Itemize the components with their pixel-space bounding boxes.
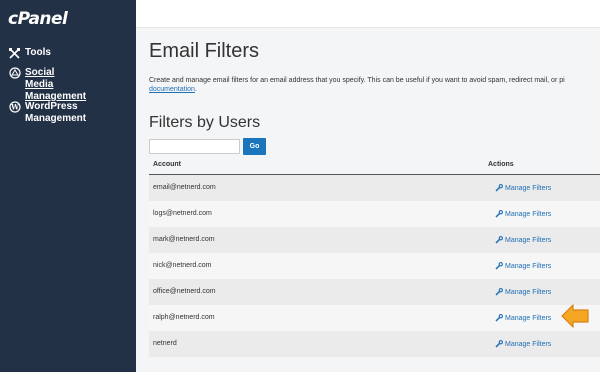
account-cell: ralph@netnerd.com xyxy=(153,314,215,321)
table-header: Account Actions xyxy=(149,157,600,176)
account-cell: logs@netnerd.com xyxy=(153,210,212,217)
sidebar: cPanel Tools Social Media Management W W… xyxy=(0,0,136,372)
account-cell: mark@netnerd.com xyxy=(153,236,215,243)
manage-filters-link[interactable]: Manage Filters xyxy=(495,210,551,218)
manage-filters-label: Manage Filters xyxy=(505,288,552,296)
wrench-icon xyxy=(495,184,503,192)
account-cell: office@netnerd.com xyxy=(153,288,216,295)
section-title: Filters by Users xyxy=(149,114,261,131)
column-header-actions: Actions xyxy=(488,161,514,168)
wrench-icon xyxy=(495,236,503,244)
manage-filters-label: Manage Filters xyxy=(505,262,552,270)
manage-filters-label: Manage Filters xyxy=(505,236,552,244)
sidebar-item-wordpress[interactable]: W WordPress Management xyxy=(8,101,87,125)
wrench-icon xyxy=(495,314,503,322)
manage-filters-label: Manage Filters xyxy=(505,210,552,218)
table-row: mark@netnerd.com Manage Filters xyxy=(149,227,600,253)
search-input[interactable] xyxy=(149,139,240,154)
wrench-icon xyxy=(495,340,503,348)
sidebar-item-label: WordPress Management xyxy=(25,101,87,124)
sidebar-item-social-media[interactable]: Social Media Management xyxy=(8,67,87,103)
documentation-link[interactable]: documentation xyxy=(149,86,195,93)
description-suffix: . xyxy=(194,86,197,93)
cpanel-logo[interactable]: cPanel xyxy=(8,9,68,29)
social-media-icon xyxy=(8,67,21,79)
table-row: netnerd Manage Filters xyxy=(149,331,600,357)
manage-filters-link[interactable]: Manage Filters xyxy=(495,340,551,348)
table-row: nick@netnerd.com Manage Filters xyxy=(149,253,600,279)
wrench-icon xyxy=(495,210,503,218)
wrench-icon xyxy=(495,262,503,270)
wordpress-icon: W xyxy=(8,101,21,113)
table-row: ralph@netnerd.com Manage Filters xyxy=(149,305,600,331)
manage-filters-link[interactable]: Manage Filters xyxy=(495,314,551,322)
highlight-arrow-icon xyxy=(561,304,589,328)
account-cell: email@netnerd.com xyxy=(153,184,216,191)
go-button[interactable]: Go xyxy=(243,138,266,155)
svg-text:W: W xyxy=(10,103,19,112)
account-cell: nick@netnerd.com xyxy=(153,262,212,269)
description-text: Create and manage email filters for an e… xyxy=(149,77,565,84)
manage-filters-link[interactable]: Manage Filters xyxy=(495,288,551,296)
table-row: logs@netnerd.com Manage Filters xyxy=(149,201,600,227)
sidebar-item-label: Tools xyxy=(25,47,51,58)
sidebar-item-tools[interactable]: Tools xyxy=(8,47,51,59)
sidebar-item-label: Social Media Management xyxy=(25,67,87,102)
page-description: Create and manage email filters for an e… xyxy=(149,76,600,94)
manage-filters-link[interactable]: Manage Filters xyxy=(495,184,551,192)
manage-filters-link[interactable]: Manage Filters xyxy=(495,262,551,270)
manage-filters-label: Manage Filters xyxy=(505,184,552,192)
wrench-icon xyxy=(495,288,503,296)
account-cell: netnerd xyxy=(153,340,177,347)
manage-filters-link[interactable]: Manage Filters xyxy=(495,236,551,244)
tools-icon xyxy=(8,47,21,59)
manage-filters-label: Manage Filters xyxy=(505,314,552,322)
page-title: Email Filters xyxy=(149,40,260,62)
manage-filters-label: Manage Filters xyxy=(505,340,552,348)
table-row: office@netnerd.com Manage Filters xyxy=(149,279,600,305)
top-bar xyxy=(136,0,600,28)
table-row: email@netnerd.com Manage Filters xyxy=(149,175,600,201)
column-header-account[interactable]: Account xyxy=(153,161,181,168)
